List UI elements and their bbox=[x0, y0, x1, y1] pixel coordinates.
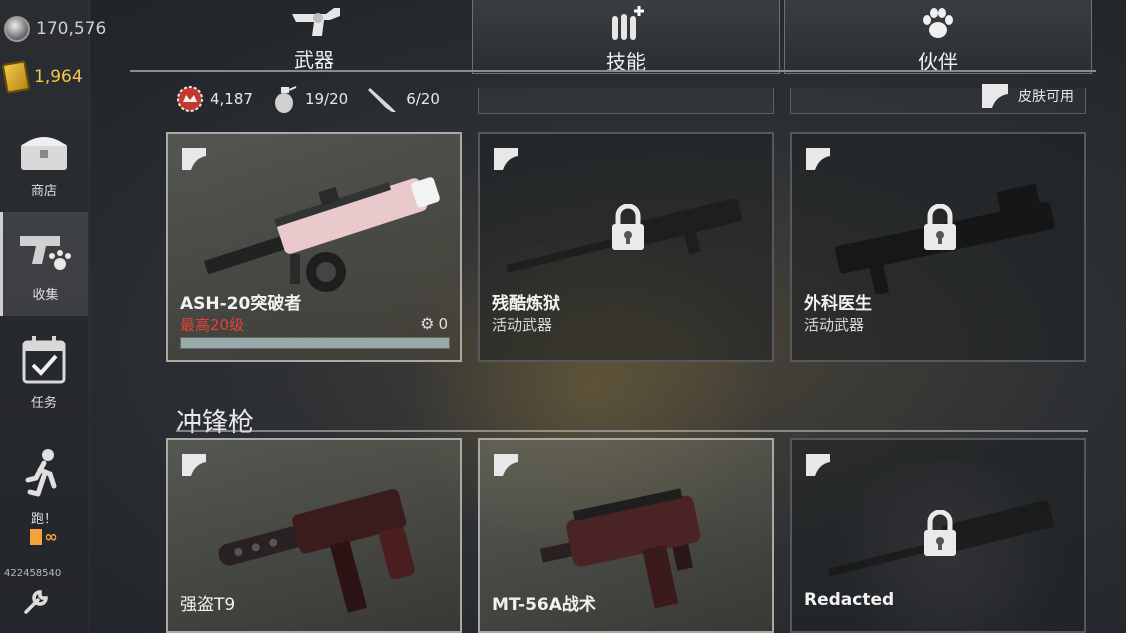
weapon-name: 残酷炼狱 bbox=[492, 294, 560, 314]
section-divider bbox=[176, 430, 1088, 432]
sidebar-item-label: 商店 bbox=[30, 184, 57, 199]
lock-icon bbox=[924, 204, 956, 250]
energy-bolt-icon bbox=[30, 528, 43, 545]
silver-amount: 170,576 bbox=[36, 19, 107, 39]
skin-available-label: 皮肤可用 bbox=[1018, 89, 1074, 105]
bottle-cap-icon bbox=[177, 86, 203, 112]
revolver-icon bbox=[292, 8, 340, 36]
section-title-smg: 冲锋枪 bbox=[176, 408, 255, 438]
weapon-card-redacted[interactable]: Redacted bbox=[790, 438, 1086, 633]
tab-bar: 武器 技能 伙伴 bbox=[160, 0, 1100, 74]
tab-divider bbox=[130, 70, 1096, 72]
caps-stat: 4,187 bbox=[176, 85, 253, 113]
weapon-card-locked[interactable]: 残酷炼狱 活动武器 bbox=[478, 132, 774, 362]
weapon-card-locked[interactable]: 外科医生 活动武器 bbox=[790, 132, 1086, 362]
sidebar-item-missions[interactable]: 任务 bbox=[0, 332, 88, 414]
stats-row: 4,187 19/20 6/20 bbox=[176, 84, 440, 114]
energy-indicator: ∞ bbox=[30, 527, 58, 546]
knife-icon bbox=[368, 88, 397, 112]
wrench-icon[interactable] bbox=[22, 588, 50, 616]
gun-paw-icon bbox=[19, 236, 71, 270]
paw-icon bbox=[923, 8, 953, 38]
sidebar-item-collection[interactable]: 收集 bbox=[0, 212, 88, 316]
upgrade-count-value: 0 bbox=[438, 314, 448, 333]
sidebar-item-label: 收集 bbox=[32, 288, 59, 303]
melee-stat: 6/20 bbox=[366, 84, 440, 114]
skin-tag-icon bbox=[982, 84, 1008, 108]
bullets-plus-icon bbox=[612, 6, 644, 40]
weapon-name: ASH-20突破者 bbox=[180, 294, 302, 314]
upgrade-count: ⚙ 0 bbox=[420, 314, 448, 333]
tab-weapons[interactable]: 武器 bbox=[160, 0, 468, 74]
sidebar-item-run[interactable]: 跑！ ∞ bbox=[0, 448, 88, 558]
sidebar-item-label: 跑！ bbox=[30, 512, 57, 527]
weapon-name: 外科医生 bbox=[804, 294, 872, 314]
weapon-level: 最高20级 bbox=[180, 316, 245, 334]
lock-icon bbox=[612, 204, 644, 250]
weapon-progress-bar bbox=[180, 337, 450, 349]
weapon-name: 强盗T9 bbox=[180, 595, 236, 615]
caps-value: 4,187 bbox=[210, 90, 253, 108]
weapon-name: Redacted bbox=[804, 590, 895, 610]
lock-icon bbox=[924, 510, 956, 556]
sidebar-item-label: 任务 bbox=[30, 396, 57, 411]
runner-icon bbox=[25, 449, 57, 497]
grenade-value: 19/20 bbox=[304, 90, 349, 108]
energy-value: ∞ bbox=[44, 527, 58, 546]
gold-bar-icon bbox=[1, 60, 31, 94]
chest-icon bbox=[21, 137, 67, 170]
skin-available-indicator: 皮肤可用 bbox=[980, 82, 1074, 110]
grenade-stat: 19/20 bbox=[271, 84, 348, 114]
weapon-card-ash20[interactable]: ASH-20突破者 最高20级 ⚙ 0 bbox=[166, 132, 462, 362]
gold-currency[interactable]: 1,964 bbox=[1, 60, 83, 94]
weapon-card-t9[interactable]: 强盗T9 bbox=[166, 438, 462, 633]
tab-companions[interactable]: 伙伴 bbox=[784, 0, 1092, 74]
grenade-icon bbox=[274, 86, 297, 113]
tab-label: 武器 bbox=[294, 48, 334, 72]
melee-value: 6/20 bbox=[406, 90, 440, 108]
weapon-status: 活动武器 bbox=[492, 316, 553, 334]
weapon-card-mt56a[interactable]: MT-56A战术 bbox=[478, 438, 774, 633]
sidebar-item-shop[interactable]: 商店 bbox=[0, 126, 88, 202]
weapon-status: 活动武器 bbox=[804, 316, 865, 334]
gold-amount: 1,964 bbox=[34, 67, 83, 87]
gears-icon: ⚙ bbox=[420, 314, 435, 333]
progress-fill bbox=[181, 338, 449, 348]
sidebar: 170,576 1,964 商店 收集 任务 跑！ ∞ 422458540 bbox=[0, 0, 106, 633]
ash20-gun-image bbox=[203, 177, 440, 292]
tab-skills[interactable]: 技能 bbox=[472, 0, 780, 74]
previous-card-remnant bbox=[478, 88, 774, 114]
silver-currency[interactable]: 170,576 bbox=[4, 16, 106, 42]
silver-coin-icon bbox=[4, 16, 30, 42]
player-id: 422458540 bbox=[4, 568, 62, 579]
weapon-name: MT-56A战术 bbox=[492, 595, 596, 615]
calendar-check-icon bbox=[22, 336, 66, 384]
